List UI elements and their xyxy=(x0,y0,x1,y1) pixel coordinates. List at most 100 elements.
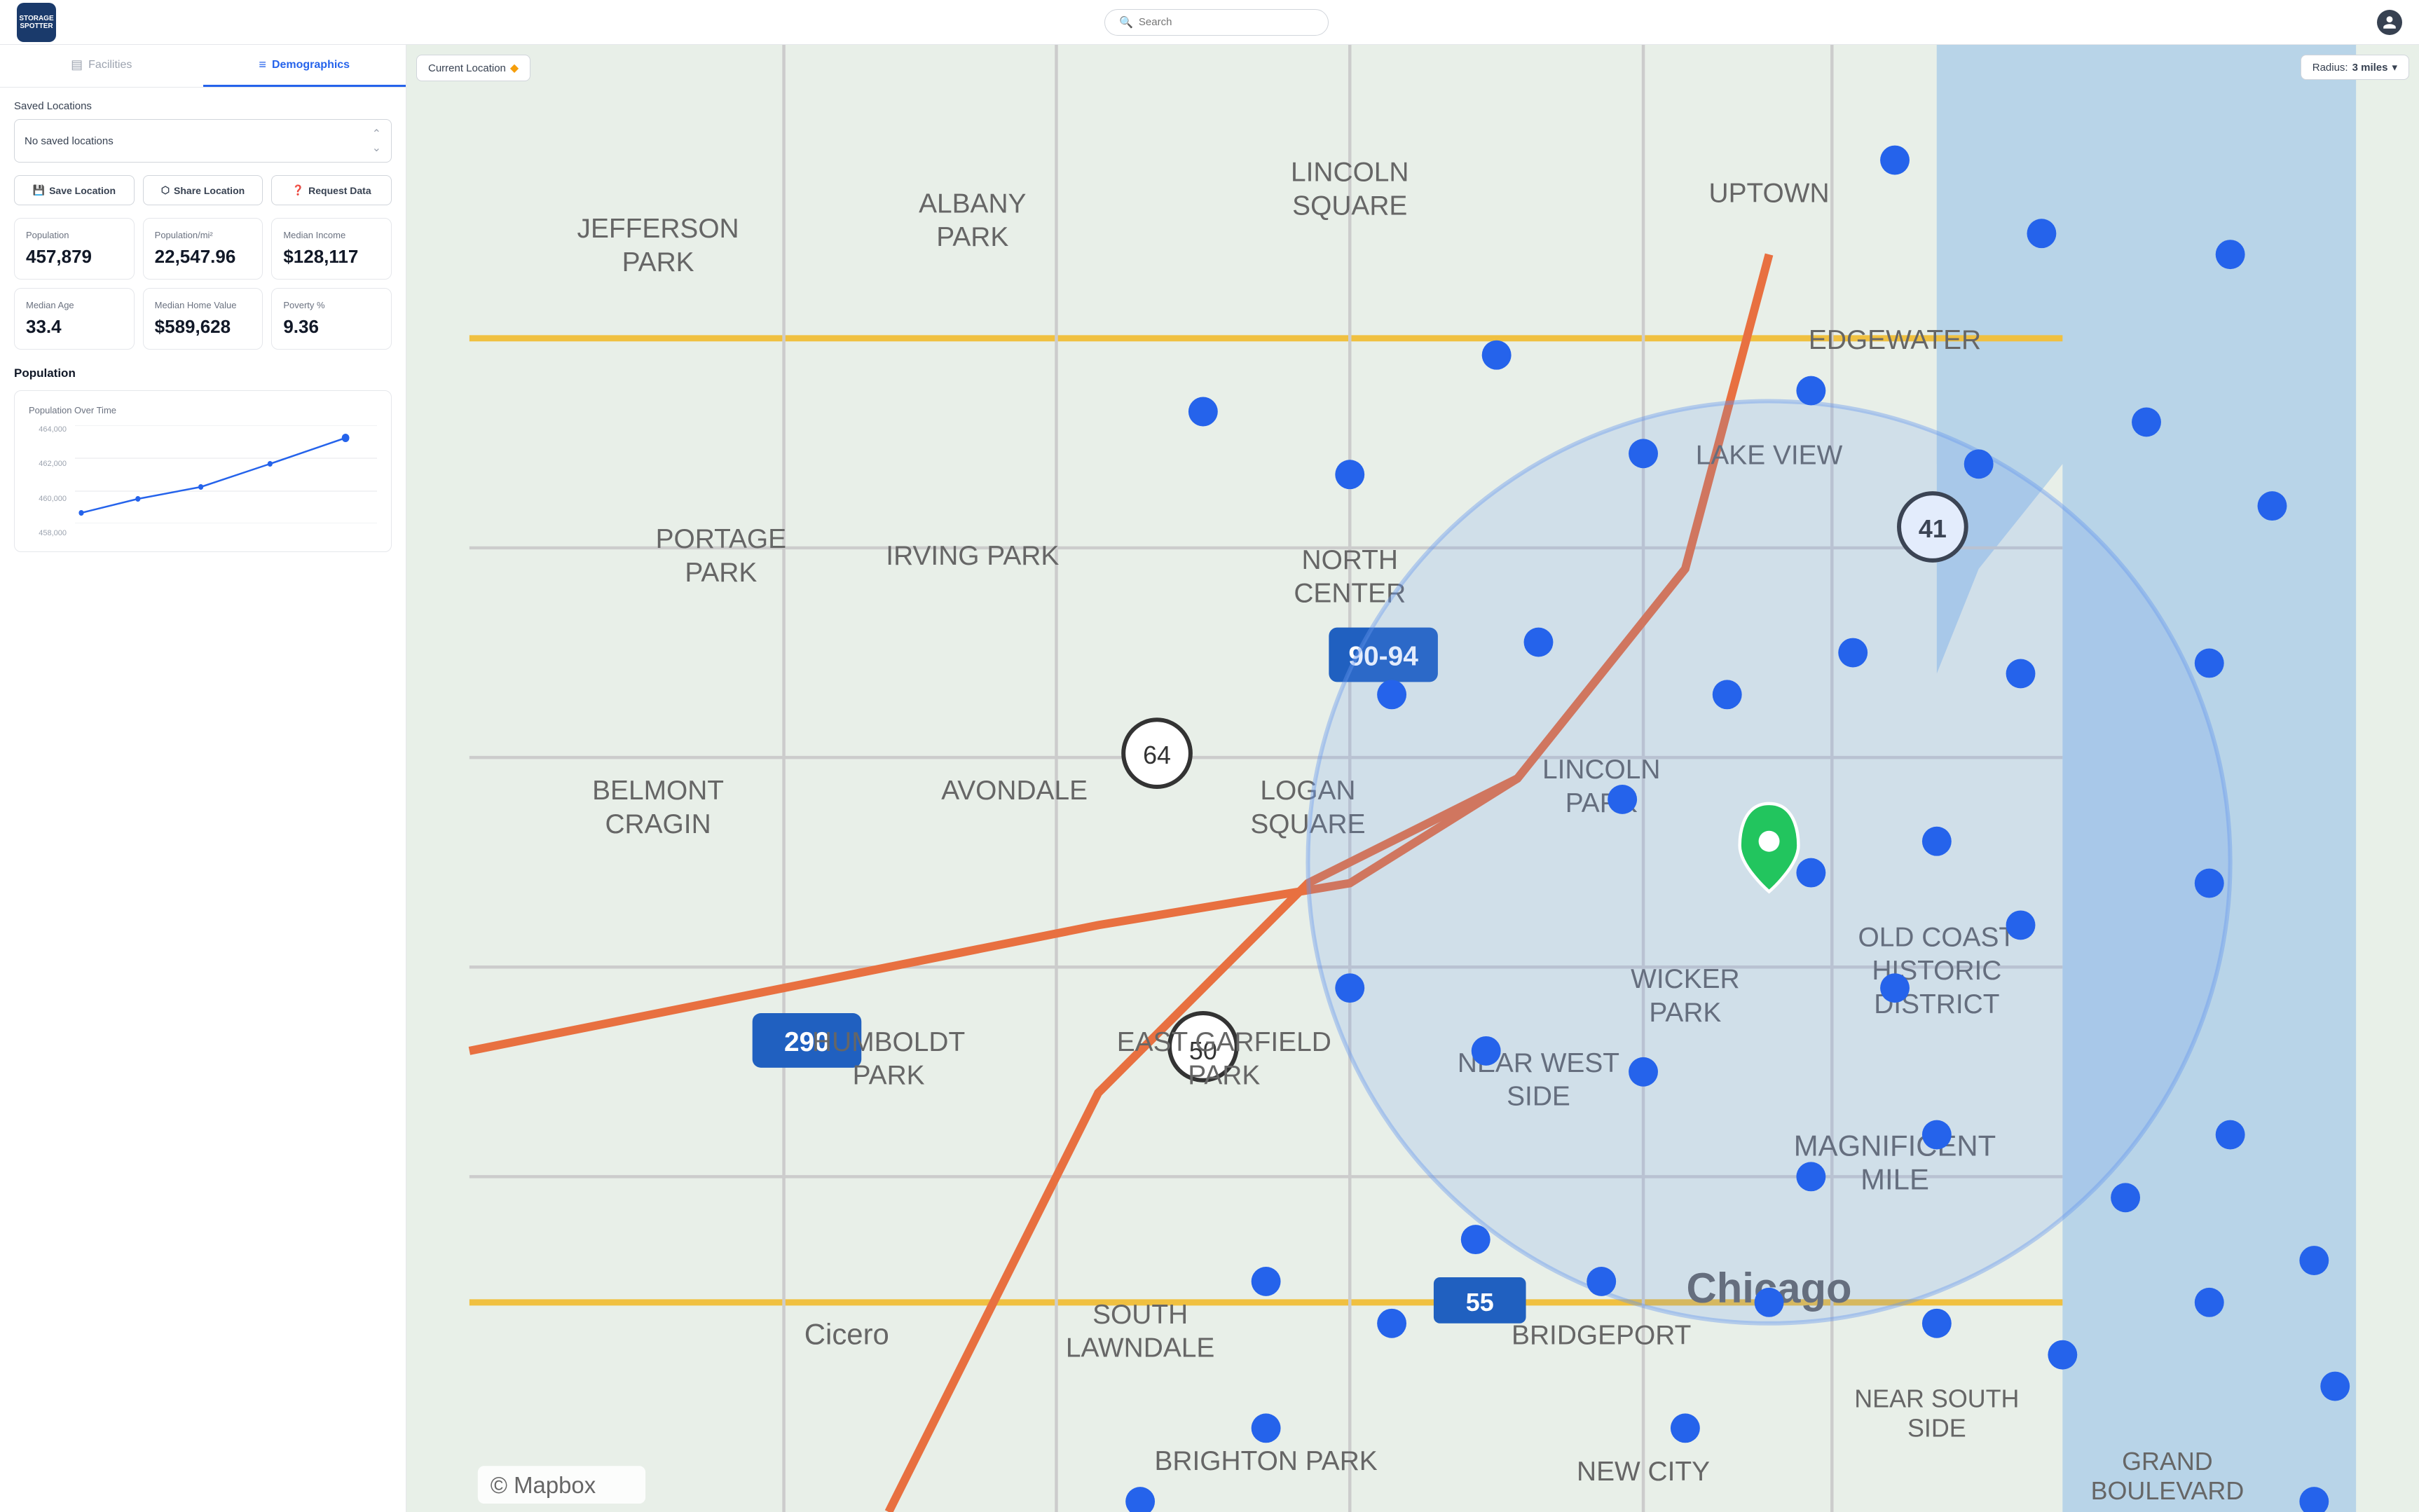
population-section: Population xyxy=(0,358,406,380)
tab-facilities[interactable]: ▤ Facilities xyxy=(0,45,203,87)
stat-density-value: 22,547.96 xyxy=(155,246,252,268)
svg-text:AVONDALE: AVONDALE xyxy=(941,776,1088,806)
chevron-updown-icon: ⌃⌄ xyxy=(372,127,381,155)
stat-age: Median Age 33.4 xyxy=(14,288,135,350)
svg-text:PARK: PARK xyxy=(1188,1061,1260,1091)
svg-text:HUMBOLDT: HUMBOLDT xyxy=(812,1027,965,1057)
radius-value: 3 miles xyxy=(2352,62,2388,74)
facilities-icon: ▤ xyxy=(71,57,83,72)
svg-text:SQUARE: SQUARE xyxy=(1292,191,1407,221)
search-input[interactable] xyxy=(1139,16,1314,28)
stats-grid: Population 457,879 Population/mi² 22,547… xyxy=(0,218,406,358)
svg-text:BRIGHTON PARK: BRIGHTON PARK xyxy=(1154,1446,1377,1476)
logo-line2: SPOTTER xyxy=(20,22,53,30)
svg-text:PARK: PARK xyxy=(936,222,1008,252)
svg-text:EAST GARFIELD: EAST GARFIELD xyxy=(1117,1027,1331,1057)
stat-density: Population/mi² 22,547.96 xyxy=(143,218,263,280)
y-label-1: 462,000 xyxy=(29,460,71,468)
location-diamond-icon: ◆ xyxy=(510,61,519,75)
svg-text:IRVING PARK: IRVING PARK xyxy=(886,541,1059,571)
svg-text:PARK: PARK xyxy=(685,558,757,588)
chart-title: Population Over Time xyxy=(29,405,377,415)
share-icon: ⬡ xyxy=(161,184,170,196)
stat-age-value: 33.4 xyxy=(26,316,123,338)
svg-text:NEAR SOUTH: NEAR SOUTH xyxy=(1854,1384,2019,1413)
saved-locations-dropdown[interactable]: No saved locations ⌃⌄ xyxy=(14,119,392,163)
main-layout: ▤ Facilities ≡ Demographics Saved Locati… xyxy=(0,45,2419,1512)
svg-text:EDGEWATER: EDGEWATER xyxy=(1809,325,1981,355)
svg-text:LINCOLN: LINCOLN xyxy=(1291,157,1409,187)
radius-chevron-icon: ▾ xyxy=(2392,61,2397,74)
stat-population: Population 457,879 xyxy=(14,218,135,280)
chart-plot xyxy=(75,425,377,523)
stat-home-value: Median Home Value $589,628 xyxy=(143,288,263,350)
radius-button[interactable]: Radius: 3 miles ▾ xyxy=(2301,55,2409,80)
svg-text:BOULEVARD: BOULEVARD xyxy=(2091,1477,2245,1505)
tabs-bar: ▤ Facilities ≡ Demographics xyxy=(0,45,406,88)
population-chart-card: Population Over Time 464,000 462,000 460… xyxy=(14,390,392,552)
svg-text:PARK: PARK xyxy=(622,247,694,277)
stat-income-label: Median Income xyxy=(283,230,380,240)
logo: STORAGE SPOTTER xyxy=(17,3,56,42)
stat-poverty-value: 9.36 xyxy=(283,316,380,338)
svg-text:UPTOWN: UPTOWN xyxy=(1709,178,1830,208)
svg-text:NEW CITY: NEW CITY xyxy=(1577,1457,1710,1487)
stat-population-label: Population xyxy=(26,230,123,240)
logo-line1: STORAGE xyxy=(19,15,53,22)
svg-text:LAWNDALE: LAWNDALE xyxy=(1066,1333,1214,1363)
search-icon: 🔍 xyxy=(1119,15,1133,29)
search-bar[interactable]: 🔍 xyxy=(1104,9,1329,36)
action-buttons-row: 💾 Save Location ⬡ Share Location ❓ Reque… xyxy=(0,175,406,218)
svg-text:64: 64 xyxy=(1143,741,1171,769)
map-svg-background: 290 90-94 41 64 55 50 JEFFERSON PARK ALB… xyxy=(406,45,2419,1512)
stat-income-value: $128,117 xyxy=(283,246,380,268)
svg-text:PORTAGE: PORTAGE xyxy=(656,524,787,554)
demographics-icon: ≡ xyxy=(259,57,266,72)
chart-svg xyxy=(75,425,377,523)
header: STORAGE SPOTTER 🔍 xyxy=(0,0,2419,45)
stat-age-label: Median Age xyxy=(26,300,123,310)
stat-home-value-value: $589,628 xyxy=(155,316,252,338)
share-location-label: Share Location xyxy=(174,185,245,196)
request-data-button[interactable]: ❓ Request Data xyxy=(271,175,392,205)
chart-area: 464,000 462,000 460,000 458,000 xyxy=(29,425,377,537)
left-panel: ▤ Facilities ≡ Demographics Saved Locati… xyxy=(0,45,406,1512)
y-label-3: 458,000 xyxy=(29,529,71,537)
svg-text:ALBANY: ALBANY xyxy=(919,188,1026,219)
svg-text:SIDE: SIDE xyxy=(1907,1414,1966,1442)
chart-y-axis: 464,000 462,000 460,000 458,000 xyxy=(29,425,71,537)
svg-text:BELMONT: BELMONT xyxy=(592,776,724,806)
svg-text:NORTH: NORTH xyxy=(1301,545,1398,575)
tab-demographics[interactable]: ≡ Demographics xyxy=(203,45,406,87)
stat-poverty-label: Poverty % xyxy=(283,300,380,310)
svg-text:SOUTH: SOUTH xyxy=(1092,1300,1188,1330)
svg-text:© Mapbox: © Mapbox xyxy=(491,1472,596,1498)
save-location-label: Save Location xyxy=(49,185,116,196)
stat-home-value-label: Median Home Value xyxy=(155,300,252,310)
tab-demographics-label: Demographics xyxy=(272,59,350,71)
request-data-label: Request Data xyxy=(308,185,371,196)
user-avatar[interactable] xyxy=(2377,10,2402,35)
save-icon: 💾 xyxy=(33,184,45,196)
svg-text:PARK: PARK xyxy=(853,1061,925,1091)
y-label-0: 464,000 xyxy=(29,425,71,434)
saved-locations-section: Saved Locations No saved locations ⌃⌄ xyxy=(0,88,406,175)
stat-income: Median Income $128,117 xyxy=(271,218,392,280)
population-section-title: Population xyxy=(14,366,392,380)
request-icon: ❓ xyxy=(292,184,304,196)
current-location-button[interactable]: Current Location ◆ xyxy=(416,55,530,81)
tab-facilities-label: Facilities xyxy=(88,59,132,71)
share-location-button[interactable]: ⬡ Share Location xyxy=(143,175,263,205)
logo-area: STORAGE SPOTTER xyxy=(17,3,56,42)
radius-label: Radius: xyxy=(2312,62,2348,74)
map-area[interactable]: 290 90-94 41 64 55 50 JEFFERSON PARK ALB… xyxy=(406,45,2419,1512)
y-label-2: 460,000 xyxy=(29,495,71,503)
svg-text:CRAGIN: CRAGIN xyxy=(605,809,711,839)
svg-text:Cicero: Cicero xyxy=(804,1318,889,1351)
save-location-button[interactable]: 💾 Save Location xyxy=(14,175,135,205)
svg-text:55: 55 xyxy=(1466,1288,1494,1317)
stat-poverty: Poverty % 9.36 xyxy=(271,288,392,350)
saved-locations-value: No saved locations xyxy=(25,135,114,147)
current-location-label: Current Location xyxy=(428,62,506,74)
stat-density-label: Population/mi² xyxy=(155,230,252,240)
